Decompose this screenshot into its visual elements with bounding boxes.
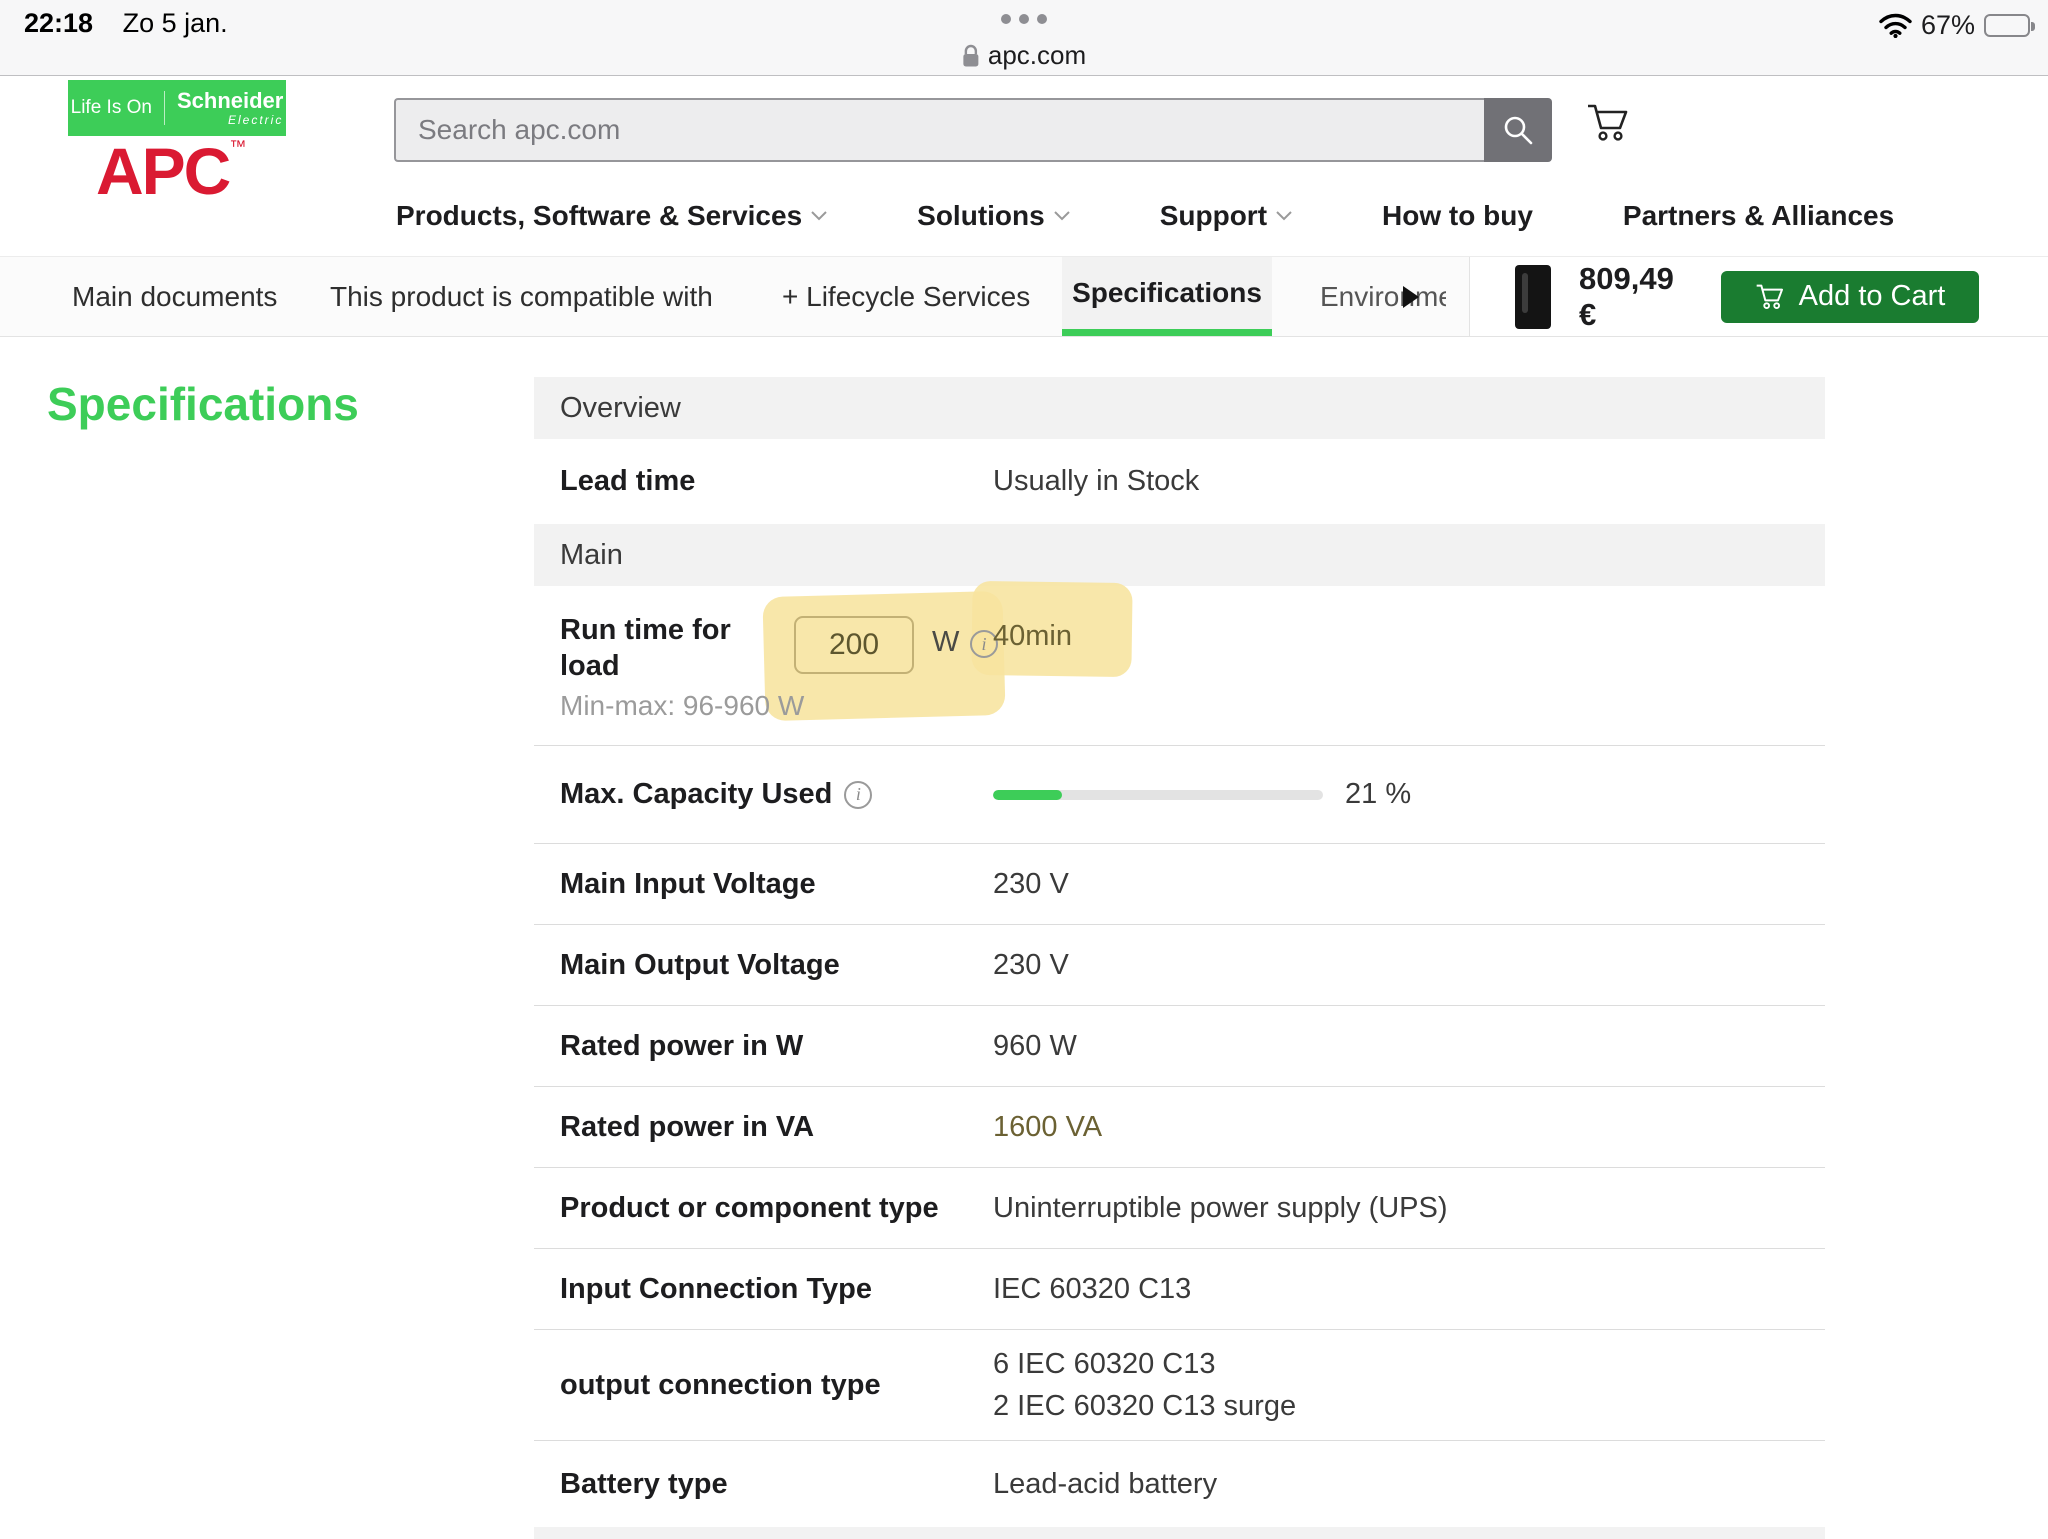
capacity-percent: 21 %	[1345, 778, 1411, 811]
main-nav: Products, Software & Services Solutions …	[396, 200, 1894, 232]
trademark-symbol: ™	[229, 137, 244, 156]
address-bar[interactable]: apc.com	[962, 40, 1086, 71]
spec-value: 230 V	[993, 944, 1069, 986]
battery-percent: 67%	[1921, 10, 1975, 41]
run-time-minmax-hint: Min-max: 96-960 W	[560, 690, 804, 722]
spec-value: Usually in Stock	[993, 460, 1199, 502]
spec-label: Product or component type	[560, 1192, 993, 1225]
run-time-result: 40min	[993, 620, 1072, 653]
apc-logo[interactable]: APC™	[96, 138, 244, 204]
status-left: 22:18 Zo 5 jan.	[24, 8, 228, 39]
spec-row-output-connection: output connection type 6 IEC 60320 C13 2…	[534, 1330, 1825, 1441]
search-button[interactable]	[1484, 98, 1552, 162]
status-right: 67%	[1879, 10, 2030, 41]
page-title: Specifications	[47, 377, 359, 431]
tab-compatible-with[interactable]: This product is compatible with	[330, 257, 713, 336]
status-url-bar: 22:18 Zo 5 jan. apc.com 67%	[0, 0, 2048, 76]
site-header: Life Is On Schneider Electric APC™	[0, 76, 2048, 256]
product-tab-bar: Main documents This product is compatibl…	[0, 256, 2048, 337]
nav-partners[interactable]: Partners & Alliances	[1623, 200, 1894, 232]
spec-row-input-connection: Input Connection Type IEC 60320 C13	[534, 1249, 1825, 1330]
search-input[interactable]	[394, 98, 1484, 162]
spec-label-wrap: Max. Capacity Used i	[560, 778, 993, 811]
url-text: apc.com	[988, 40, 1086, 71]
site-search	[394, 98, 1552, 162]
spec-row-rated-power-w: Rated power in W 960 W	[534, 1006, 1825, 1087]
tab-lifecycle-services[interactable]: + Lifecycle Services	[782, 257, 1030, 336]
spec-row-rated-power-va: Rated power in VA 1600 VA	[534, 1087, 1825, 1168]
spec-row-run-time: Run time for load Min-max: 96-960 W W i …	[534, 586, 1825, 746]
spec-value: IEC 60320 C13	[993, 1268, 1191, 1310]
main-content: Specifications Overview Lead time Usuall…	[0, 337, 2048, 1536]
life-is-on-label: Life Is On	[71, 97, 152, 119]
clock: 22:18	[24, 8, 93, 38]
chevron-down-icon	[1054, 211, 1070, 221]
spec-value: 960 W	[993, 1025, 1077, 1067]
spec-row-max-capacity: Max. Capacity Used i 21 %	[534, 746, 1825, 844]
spec-row-battery-type: Battery type Lead-acid battery	[534, 1441, 1825, 1527]
logo-divider	[164, 91, 165, 125]
nav-products[interactable]: Products, Software & Services	[396, 200, 827, 232]
highlighted-spec-value: 1600 VA	[993, 1106, 1102, 1148]
capacity-progress-bar	[993, 790, 1323, 800]
spec-value: Uninterruptible power supply (UPS)	[993, 1187, 1448, 1229]
spec-label: output connection type	[560, 1369, 993, 1402]
watts-unit-label: W	[932, 626, 959, 659]
date: Zo 5 jan.	[123, 8, 228, 38]
spec-row-lead-time: Lead time Usually in Stock	[534, 439, 1825, 524]
spec-row-product-type: Product or component type Uninterruptibl…	[534, 1168, 1825, 1249]
nav-how-to-buy[interactable]: How to buy	[1382, 200, 1533, 232]
spec-value: 6 IEC 60320 C13 2 IEC 60320 C13 surge	[993, 1343, 1296, 1427]
spec-value: 230 V	[993, 863, 1069, 905]
info-icon[interactable]: i	[844, 781, 872, 809]
tab-main-documents[interactable]: Main documents	[72, 257, 277, 336]
screen: 22:18 Zo 5 jan. apc.com 67% Life Is On S…	[0, 0, 2048, 1536]
page-dots-icon[interactable]	[1001, 14, 1047, 24]
spec-value: Lead-acid battery	[993, 1463, 1217, 1505]
lock-icon	[962, 44, 980, 68]
specifications-table: Overview Lead time Usually in Stock Main…	[534, 337, 1825, 1539]
cart-icon	[1755, 283, 1785, 311]
load-watts-input[interactable]	[794, 616, 914, 674]
nav-support[interactable]: Support	[1160, 200, 1292, 232]
next-section-header-partial	[534, 1527, 1825, 1539]
spec-label: Rated power in VA	[560, 1111, 993, 1144]
spec-label: Input Connection Type	[560, 1273, 993, 1306]
spec-label: Run time for load	[560, 612, 780, 685]
cart-icon	[1586, 102, 1630, 144]
chevron-down-icon	[1276, 211, 1292, 221]
section-header-main: Main	[534, 524, 1825, 586]
product-price: 809,49 €	[1579, 261, 1699, 333]
section-header-overview: Overview	[534, 377, 1825, 439]
buy-box: 809,49 € Add to Cart	[1470, 257, 2048, 336]
cursor-arrow-icon	[1398, 284, 1424, 310]
wifi-icon	[1879, 13, 1912, 38]
spec-label: Main Input Voltage	[560, 868, 993, 901]
spec-label: Main Output Voltage	[560, 949, 993, 982]
schneider-electric-label: Schneider Electric	[177, 90, 283, 126]
magnifier-icon	[1502, 114, 1534, 146]
nav-solutions[interactable]: Solutions	[917, 200, 1070, 232]
chevron-down-icon	[811, 211, 827, 221]
spec-label: Lead time	[560, 465, 993, 498]
spec-row-main-output-voltage: Main Output Voltage 230 V	[534, 925, 1825, 1006]
capacity-progress-fill	[993, 790, 1062, 800]
spec-label: Max. Capacity Used	[560, 778, 832, 811]
tab-specifications[interactable]: Specifications	[1062, 257, 1272, 336]
battery-icon	[1984, 14, 2030, 37]
tab-environment[interactable]: Environmen	[1320, 257, 1446, 336]
cart-button[interactable]	[1586, 102, 1630, 144]
spec-label: Rated power in W	[560, 1030, 993, 1063]
add-to-cart-button[interactable]: Add to Cart	[1721, 271, 1979, 323]
spec-label: Battery type	[560, 1468, 993, 1501]
product-thumbnail	[1515, 265, 1551, 329]
schneider-logo[interactable]: Life Is On Schneider Electric	[68, 80, 286, 136]
spec-row-main-input-voltage: Main Input Voltage 230 V	[534, 844, 1825, 925]
